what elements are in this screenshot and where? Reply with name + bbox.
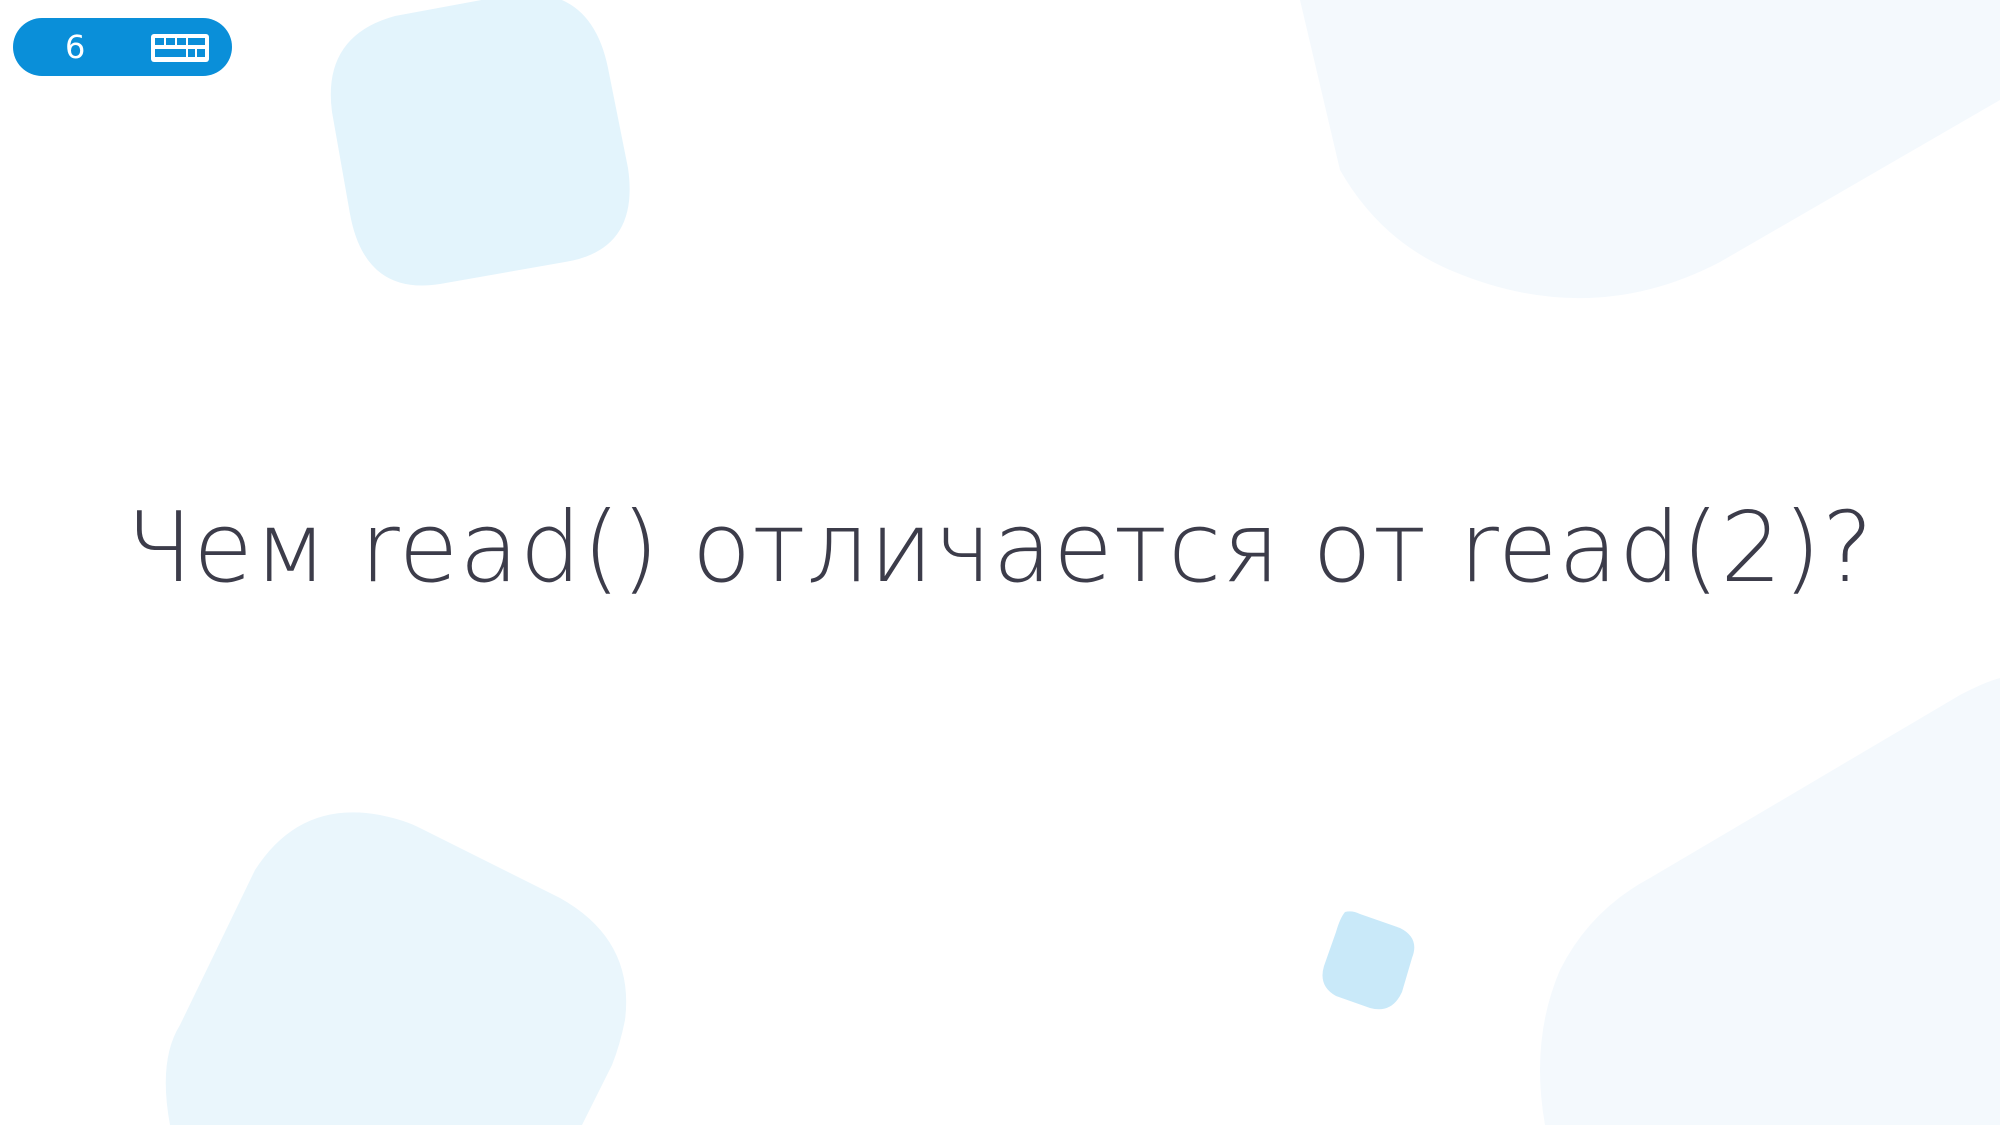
- deco-shape-top-right: [1300, 0, 2000, 299]
- deco-shape-small: [1322, 911, 1415, 1010]
- slide-counter: 6: [13, 18, 232, 76]
- deco-shape-top-left: [330, 0, 630, 286]
- slide: 6 Чем read() отличается от read(2)?: [0, 0, 2000, 1125]
- deco-shape-bottom-left: [165, 812, 627, 1125]
- slide-question: Чем read() отличается от read(2)?: [125, 491, 1875, 604]
- keyboard-icon[interactable]: [150, 33, 210, 63]
- slide-number: 6: [65, 28, 86, 66]
- deco-shape-bottom-right: [1540, 678, 2000, 1125]
